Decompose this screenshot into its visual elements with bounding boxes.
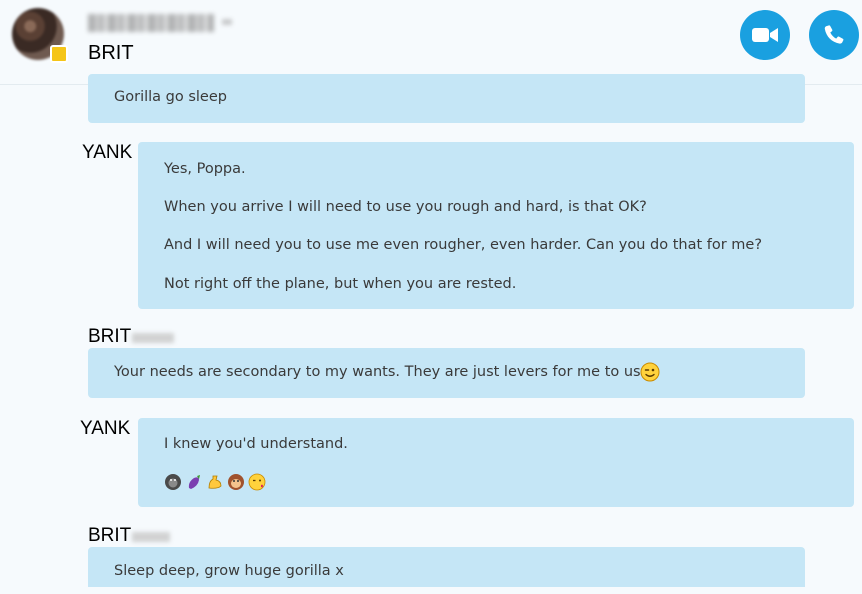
winking-face-icon	[640, 362, 660, 382]
sender-timestamp-redacted	[132, 333, 174, 343]
message-text: Gorilla go sleep	[114, 89, 227, 105]
message-bubble[interactable]: Yes, Poppa. When you arrive I will need …	[138, 142, 854, 309]
message-bubble[interactable]: Gorilla go sleep	[88, 74, 805, 123]
flexed-biceps-icon	[208, 475, 222, 489]
message-bubble[interactable]: Your needs are secondary to my wants. Th…	[88, 348, 805, 398]
eggplant-icon	[188, 475, 200, 489]
video-call-button[interactable]	[740, 10, 790, 60]
contact-subtitle: BRIT	[88, 42, 134, 64]
message-sender: BRIT	[88, 525, 132, 546]
message-text: Sleep deep, grow huge gorilla x	[114, 563, 344, 579]
message-sender: YANK	[82, 142, 133, 163]
conversation-header: BRIT	[0, 0, 862, 85]
monkey-face-icon	[228, 474, 244, 490]
message-text: Not right off the plane, but when you ar…	[164, 276, 517, 292]
message-sender: YANK	[80, 418, 131, 439]
sender-timestamp-redacted	[132, 532, 170, 542]
message-text: I knew you'd understand.	[164, 436, 348, 452]
message-text: Your needs are secondary to my wants. Th…	[114, 364, 650, 380]
message-bubble[interactable]: Sleep deep, grow huge gorilla x	[88, 547, 805, 587]
face-blowing-kiss-icon	[248, 473, 266, 491]
audio-call-button[interactable]	[809, 10, 859, 60]
message-text: When you arrive I will need to use you r…	[164, 199, 647, 215]
name-dropdown-icon[interactable]	[222, 19, 232, 25]
message-text: And I will need you to use me even rough…	[164, 237, 763, 253]
video-camera-icon	[752, 28, 778, 42]
message-bubble[interactable]: I knew you'd understand.	[138, 418, 854, 507]
emoji-row	[164, 473, 266, 491]
contact-name-redacted[interactable]	[88, 14, 214, 32]
message-sender: BRIT	[88, 326, 132, 347]
gorilla-icon	[165, 474, 181, 490]
message-text: Yes, Poppa.	[164, 161, 246, 177]
phone-icon	[824, 25, 844, 44]
presence-status-icon	[50, 45, 68, 63]
